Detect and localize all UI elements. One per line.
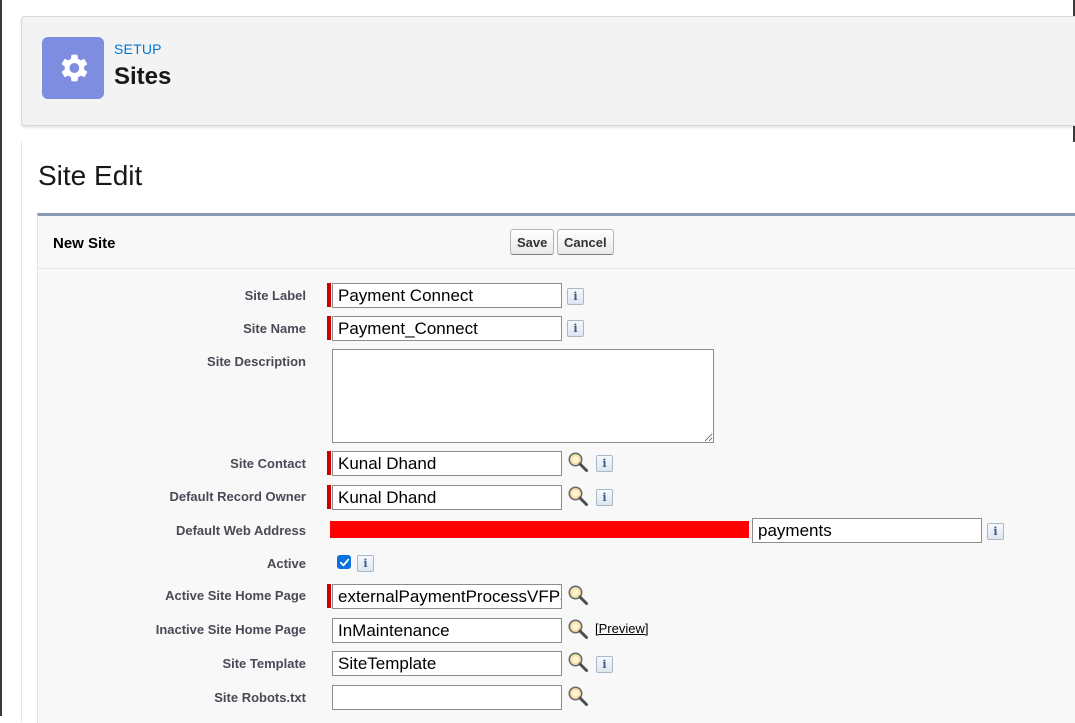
redacted-domain (330, 521, 749, 538)
site-description-label: Site Description (207, 354, 306, 369)
info-icon[interactable]: i (596, 455, 613, 472)
checkmark-icon (339, 558, 349, 566)
setup-eyebrow[interactable]: SETUP (114, 41, 162, 57)
lookup-icon[interactable] (567, 451, 589, 473)
lookup-icon[interactable] (567, 485, 589, 507)
required-marker (327, 584, 331, 608)
site-name-label: Site Name (243, 321, 306, 336)
site-description-textarea[interactable] (332, 349, 714, 443)
site-contact-label: Site Contact (230, 456, 306, 471)
info-icon[interactable]: i (357, 555, 374, 572)
required-marker (327, 451, 331, 475)
active-home-page-input[interactable]: externalPaymentProcessVFPa (332, 584, 562, 609)
site-robots-label: Site Robots.txt (214, 690, 306, 705)
site-name-input[interactable]: Payment_Connect (332, 316, 562, 341)
default-record-owner-label: Default Record Owner (169, 489, 306, 504)
page-title: Site Edit (38, 160, 143, 191)
site-contact-input[interactable]: Kunal Dhand (332, 451, 562, 476)
page-header-title: Sites (114, 63, 172, 90)
info-icon[interactable]: i (567, 288, 584, 305)
required-marker (327, 485, 331, 509)
required-marker (327, 283, 331, 307)
lookup-icon[interactable] (567, 584, 589, 606)
inactive-home-page-input[interactable]: InMaintenance (332, 618, 562, 643)
info-icon[interactable]: i (596, 489, 613, 506)
info-icon[interactable]: i (987, 523, 1004, 540)
info-icon[interactable]: i (596, 656, 613, 673)
inactive-home-page-label: Inactive Site Home Page (155, 622, 306, 637)
info-icon[interactable]: i (567, 320, 584, 337)
active-home-page-label: Active Site Home Page (165, 588, 306, 603)
lookup-icon[interactable] (567, 618, 589, 640)
save-button[interactable]: Save (510, 229, 555, 255)
default-record-owner-input[interactable]: Kunal Dhand (332, 485, 562, 510)
site-template-input[interactable]: SiteTemplate (332, 651, 562, 676)
active-label: Active (266, 556, 306, 571)
site-label-label: Site Label (244, 288, 306, 303)
gear-icon (42, 37, 104, 99)
site-label-input[interactable]: Payment Connect (332, 283, 562, 308)
cancel-button[interactable]: Cancel (557, 229, 614, 255)
lookup-icon[interactable] (567, 651, 589, 673)
setup-header: SETUP Sites (21, 16, 1075, 126)
required-marker (327, 316, 331, 340)
default-web-address-label: Default Web Address (175, 523, 306, 538)
section-title: New Site (53, 235, 116, 252)
site-template-label: Site Template (222, 656, 306, 671)
active-checkbox[interactable] (337, 555, 351, 569)
lookup-icon[interactable] (567, 685, 589, 707)
web-address-input[interactable]: payments (752, 518, 982, 543)
preview-link[interactable]: [Preview] (595, 621, 648, 636)
site-robots-input[interactable] (332, 685, 562, 710)
block-header: New Site Save Cancel (38, 216, 1075, 269)
